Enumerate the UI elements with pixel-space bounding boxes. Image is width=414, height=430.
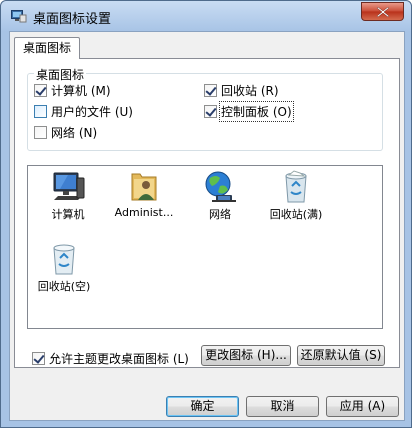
checkbox-user-files[interactable]: 用户的文件 (U) <box>34 103 133 119</box>
icon-item-recycle-bin-full[interactable]: 回收站(满) <box>260 170 332 222</box>
ok-button[interactable]: 确定 <box>166 396 239 417</box>
checkbox-control-panel-label: 控制面板 (O) <box>219 100 294 122</box>
checkbox-recycle-bin-label: 回收站 (R) <box>221 83 279 98</box>
close-button[interactable] <box>361 2 404 21</box>
title-bar[interactable]: 桌面图标设置 <box>1 1 411 31</box>
recycle-bin-full-icon <box>285 170 307 203</box>
tab-desktop-icons[interactable]: 桌面图标 <box>14 37 80 59</box>
tab-panel: 桌面图标 计算机 (M) 回收站 (R) 用户的文件 (U) 控制面板 (O) <box>14 58 400 368</box>
icon-list-view[interactable]: 计算机 Administ... 网络 回收站(满) 回收站(空) <box>27 165 383 329</box>
computer-icon <box>53 172 85 200</box>
icon-label-recycle-bin-full: 回收站(满) <box>269 208 323 221</box>
user-folder-icon <box>131 173 157 201</box>
checkbox-control-panel[interactable]: 控制面板 (O) <box>204 100 294 122</box>
restore-default-button[interactable]: 还原默认值 (S) <box>297 345 385 366</box>
checkbox-computer[interactable]: 计算机 (M) <box>34 82 111 98</box>
checkbox-control-panel-box[interactable] <box>204 104 217 118</box>
network-globe-icon <box>205 171 236 202</box>
icon-item-recycle-bin-empty[interactable]: 回收站(空) <box>28 242 100 294</box>
group-title: 桌面图标 <box>34 66 87 83</box>
checkbox-computer-label: 计算机 (M) <box>51 83 111 98</box>
icon-item-user-folder[interactable]: Administ... <box>108 170 180 219</box>
dialog-client-area: 桌面图标 桌面图标 计算机 (M) 回收站 (R) 用户的文件 (U) 控制面板… <box>9 31 405 421</box>
change-icon-button[interactable]: 更改图标 (H)... <box>201 345 291 366</box>
cancel-button[interactable]: 取消 <box>246 396 319 417</box>
icon-label-network: 网络 <box>209 208 231 221</box>
desktop-icons-group: 桌面图标 计算机 (M) 回收站 (R) 用户的文件 (U) 控制面板 (O) <box>27 66 383 151</box>
icon-item-computer[interactable]: 计算机 <box>32 170 104 222</box>
checkbox-computer-box[interactable] <box>34 83 47 97</box>
icon-label-computer: 计算机 <box>51 208 85 221</box>
checkbox-allow-themes-label: 允许主题更改桌面图标 (L) <box>49 351 189 366</box>
checkbox-network-label: 网络 (N) <box>51 125 98 140</box>
icon-label-user-folder: Administ... <box>114 206 174 219</box>
close-icon <box>377 7 389 17</box>
checkbox-allow-themes[interactable]: 允许主题更改桌面图标 (L) <box>32 350 189 366</box>
checkbox-network-box[interactable] <box>34 125 47 139</box>
desktop-settings-icon <box>11 9 27 23</box>
window-title: 桌面图标设置 <box>33 12 112 27</box>
dialog-window: 桌面图标设置 桌面图标 桌面图标 计算机 (M) 回收站 (R) 用户的文件 (… <box>0 0 412 428</box>
checkbox-recycle-bin-box[interactable] <box>204 83 217 97</box>
checkbox-recycle-bin[interactable]: 回收站 (R) <box>204 82 279 98</box>
checkbox-user-files-label: 用户的文件 (U) <box>51 104 133 119</box>
checkbox-user-files-box[interactable] <box>34 104 47 118</box>
checkbox-allow-themes-box[interactable] <box>32 351 45 365</box>
recycle-bin-empty-icon <box>53 244 75 275</box>
apply-button[interactable]: 应用 (A) <box>326 396 399 417</box>
icon-label-recycle-bin-empty: 回收站(空) <box>37 280 91 293</box>
icon-item-network[interactable]: 网络 <box>184 170 256 222</box>
checkbox-network[interactable]: 网络 (N) <box>34 124 97 140</box>
